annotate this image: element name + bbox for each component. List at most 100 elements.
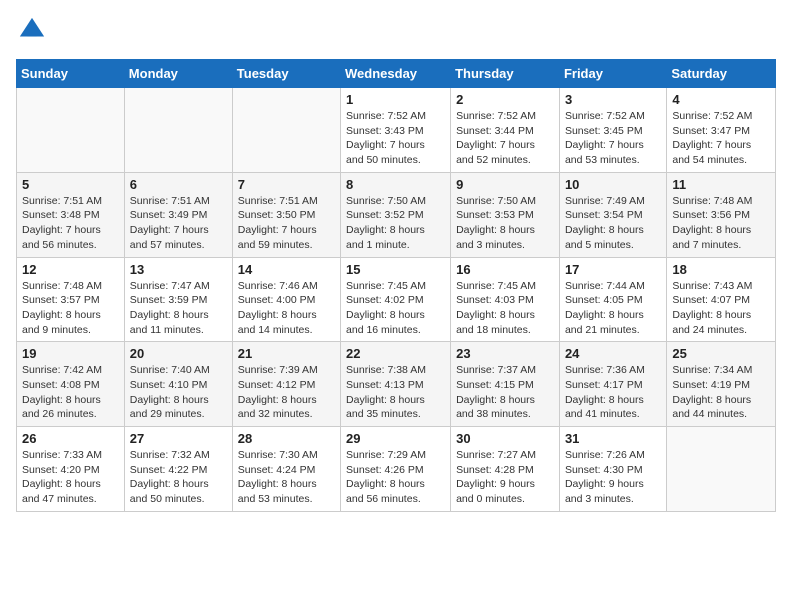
- day-number: 22: [346, 346, 445, 361]
- logo-icon: [18, 16, 46, 44]
- day-detail: Sunrise: 7:52 AMSunset: 3:45 PMDaylight:…: [565, 109, 661, 168]
- day-cell: 9Sunrise: 7:50 AMSunset: 3:53 PMDaylight…: [451, 172, 560, 257]
- day-cell: 11 Sunrise: 7:48 AMSunset: 3:56 PMDayligh…: [667, 172, 776, 257]
- week-row-1: 1Sunrise: 7:52 AMSunset: 3:43 PMDaylight…: [17, 88, 776, 173]
- day-number: 21: [238, 346, 335, 361]
- day-cell: 26Sunrise: 7:33 AMSunset: 4:20 PMDayligh…: [17, 427, 125, 512]
- day-detail: Sunrise: 7:45 AMSunset: 4:03 PMDaylight:…: [456, 279, 554, 338]
- day-detail: Sunrise: 7:50 AMSunset: 3:53 PMDaylight:…: [456, 194, 554, 253]
- day-number: 18: [672, 262, 770, 277]
- day-cell: 8 Sunrise: 7:50 AMSunset: 3:52 PMDaylight…: [341, 172, 451, 257]
- day-detail: Sunrise: 7:52 AMSunset: 3:47 PMDaylight:…: [672, 109, 770, 168]
- day-cell: 2 Sunrise: 7:52 AMSunset: 3:44 PMDaylight…: [451, 88, 560, 173]
- day-cell: 23Sunrise: 7:37 AMSunset: 4:15 PMDayligh…: [451, 342, 560, 427]
- day-detail: Sunrise: 7:33 AMSunset: 4:20 PMDaylight:…: [22, 448, 119, 507]
- day-cell: [232, 88, 340, 173]
- day-number: 7: [238, 177, 335, 192]
- day-cell: 28Sunrise: 7:30 AMSunset: 4:24 PMDayligh…: [232, 427, 340, 512]
- day-number: 23: [456, 346, 554, 361]
- day-number: 1: [346, 92, 445, 107]
- day-detail: Sunrise: 7:42 AMSunset: 4:08 PMDaylight:…: [22, 363, 119, 422]
- day-detail: Sunrise: 7:39 AMSunset: 4:12 PMDaylight:…: [238, 363, 335, 422]
- day-detail: Sunrise: 7:51 AMSunset: 3:48 PMDaylight:…: [22, 194, 119, 253]
- day-cell: 13 Sunrise: 7:47 AMSunset: 3:59 PMDayligh…: [124, 257, 232, 342]
- day-cell: 17 Sunrise: 7:44 AMSunset: 4:05 PMDayligh…: [559, 257, 666, 342]
- day-detail: Sunrise: 7:48 AMSunset: 3:56 PMDaylight:…: [672, 194, 770, 253]
- day-cell: [17, 88, 125, 173]
- day-cell: 4 Sunrise: 7:52 AMSunset: 3:47 PMDaylight…: [667, 88, 776, 173]
- day-cell: 5Sunrise: 7:51 AMSunset: 3:48 PMDaylight…: [17, 172, 125, 257]
- week-row-5: 26Sunrise: 7:33 AMSunset: 4:20 PMDayligh…: [17, 427, 776, 512]
- day-cell: 12Sunrise: 7:48 AMSunset: 3:57 PMDayligh…: [17, 257, 125, 342]
- day-detail: Sunrise: 7:40 AMSunset: 4:10 PMDaylight:…: [130, 363, 227, 422]
- day-number: 30: [456, 431, 554, 446]
- day-detail: Sunrise: 7:34 AMSunset: 4:19 PMDaylight:…: [672, 363, 770, 422]
- day-number: 13: [130, 262, 227, 277]
- header-cell-tuesday: Tuesday: [232, 60, 340, 88]
- day-cell: 19 Sunrise: 7:42 AMSunset: 4:08 PMDayligh…: [17, 342, 125, 427]
- day-number: 15: [346, 262, 445, 277]
- day-number: 19: [22, 346, 119, 361]
- day-cell: 25 Sunrise: 7:34 AMSunset: 4:19 PMDayligh…: [667, 342, 776, 427]
- day-detail: Sunrise: 7:49 AMSunset: 3:54 PMDaylight:…: [565, 194, 661, 253]
- day-detail: Sunrise: 7:52 AMSunset: 3:44 PMDaylight:…: [456, 109, 554, 168]
- day-detail: Sunrise: 7:45 AMSunset: 4:02 PMDaylight:…: [346, 279, 445, 338]
- header-cell-sunday: Sunday: [17, 60, 125, 88]
- day-number: 8: [346, 177, 445, 192]
- day-cell: [124, 88, 232, 173]
- day-detail: Sunrise: 7:26 AMSunset: 4:30 PMDaylight:…: [565, 448, 661, 507]
- day-cell: 10 Sunrise: 7:49 AMSunset: 3:54 PMDayligh…: [559, 172, 666, 257]
- week-row-3: 12Sunrise: 7:48 AMSunset: 3:57 PMDayligh…: [17, 257, 776, 342]
- day-number: 2: [456, 92, 554, 107]
- day-cell: 15 Sunrise: 7:45 AMSunset: 4:02 PMDayligh…: [341, 257, 451, 342]
- day-detail: Sunrise: 7:32 AMSunset: 4:22 PMDaylight:…: [130, 448, 227, 507]
- day-cell: 27 Sunrise: 7:32 AMSunset: 4:22 PMDayligh…: [124, 427, 232, 512]
- page-header: [16, 16, 776, 49]
- day-detail: Sunrise: 7:51 AMSunset: 3:49 PMDaylight:…: [130, 194, 227, 253]
- day-detail: Sunrise: 7:50 AMSunset: 3:52 PMDaylight:…: [346, 194, 445, 253]
- day-number: 28: [238, 431, 335, 446]
- day-number: 31: [565, 431, 661, 446]
- day-cell: 3 Sunrise: 7:52 AMSunset: 3:45 PMDaylight…: [559, 88, 666, 173]
- day-cell: 7 Sunrise: 7:51 AMSunset: 3:50 PMDaylight…: [232, 172, 340, 257]
- day-cell: 24 Sunrise: 7:36 AMSunset: 4:17 PMDayligh…: [559, 342, 666, 427]
- day-cell: 21 Sunrise: 7:39 AMSunset: 4:12 PMDayligh…: [232, 342, 340, 427]
- week-row-4: 19 Sunrise: 7:42 AMSunset: 4:08 PMDayligh…: [17, 342, 776, 427]
- day-detail: Sunrise: 7:44 AMSunset: 4:05 PMDaylight:…: [565, 279, 661, 338]
- calendar-table: SundayMondayTuesdayWednesdayThursdayFrid…: [16, 59, 776, 512]
- day-number: 3: [565, 92, 661, 107]
- day-cell: 14Sunrise: 7:46 AMSunset: 4:00 PMDayligh…: [232, 257, 340, 342]
- header-cell-monday: Monday: [124, 60, 232, 88]
- day-number: 25: [672, 346, 770, 361]
- day-detail: Sunrise: 7:47 AMSunset: 3:59 PMDaylight:…: [130, 279, 227, 338]
- day-detail: Sunrise: 7:27 AMSunset: 4:28 PMDaylight:…: [456, 448, 554, 507]
- day-number: 4: [672, 92, 770, 107]
- day-detail: Sunrise: 7:43 AMSunset: 4:07 PMDaylight:…: [672, 279, 770, 338]
- day-detail: Sunrise: 7:36 AMSunset: 4:17 PMDaylight:…: [565, 363, 661, 422]
- day-number: 10: [565, 177, 661, 192]
- day-number: 27: [130, 431, 227, 446]
- day-cell: [667, 427, 776, 512]
- day-number: 24: [565, 346, 661, 361]
- day-cell: 30 Sunrise: 7:27 AMSunset: 4:28 PMDayligh…: [451, 427, 560, 512]
- header-cell-thursday: Thursday: [451, 60, 560, 88]
- day-number: 6: [130, 177, 227, 192]
- header-cell-friday: Friday: [559, 60, 666, 88]
- day-number: 29: [346, 431, 445, 446]
- day-cell: 29 Sunrise: 7:29 AMSunset: 4:26 PMDayligh…: [341, 427, 451, 512]
- day-cell: 16Sunrise: 7:45 AMSunset: 4:03 PMDayligh…: [451, 257, 560, 342]
- header-cell-wednesday: Wednesday: [341, 60, 451, 88]
- day-number: 20: [130, 346, 227, 361]
- day-cell: 31 Sunrise: 7:26 AMSunset: 4:30 PMDayligh…: [559, 427, 666, 512]
- day-number: 11: [672, 177, 770, 192]
- day-detail: Sunrise: 7:38 AMSunset: 4:13 PMDaylight:…: [346, 363, 445, 422]
- day-cell: 20 Sunrise: 7:40 AMSunset: 4:10 PMDayligh…: [124, 342, 232, 427]
- header-cell-saturday: Saturday: [667, 60, 776, 88]
- day-detail: Sunrise: 7:29 AMSunset: 4:26 PMDaylight:…: [346, 448, 445, 507]
- week-row-2: 5Sunrise: 7:51 AMSunset: 3:48 PMDaylight…: [17, 172, 776, 257]
- day-cell: 1Sunrise: 7:52 AMSunset: 3:43 PMDaylight…: [341, 88, 451, 173]
- day-detail: Sunrise: 7:51 AMSunset: 3:50 PMDaylight:…: [238, 194, 335, 253]
- day-number: 17: [565, 262, 661, 277]
- day-cell: 6 Sunrise: 7:51 AMSunset: 3:49 PMDaylight…: [124, 172, 232, 257]
- day-detail: Sunrise: 7:46 AMSunset: 4:00 PMDaylight:…: [238, 279, 335, 338]
